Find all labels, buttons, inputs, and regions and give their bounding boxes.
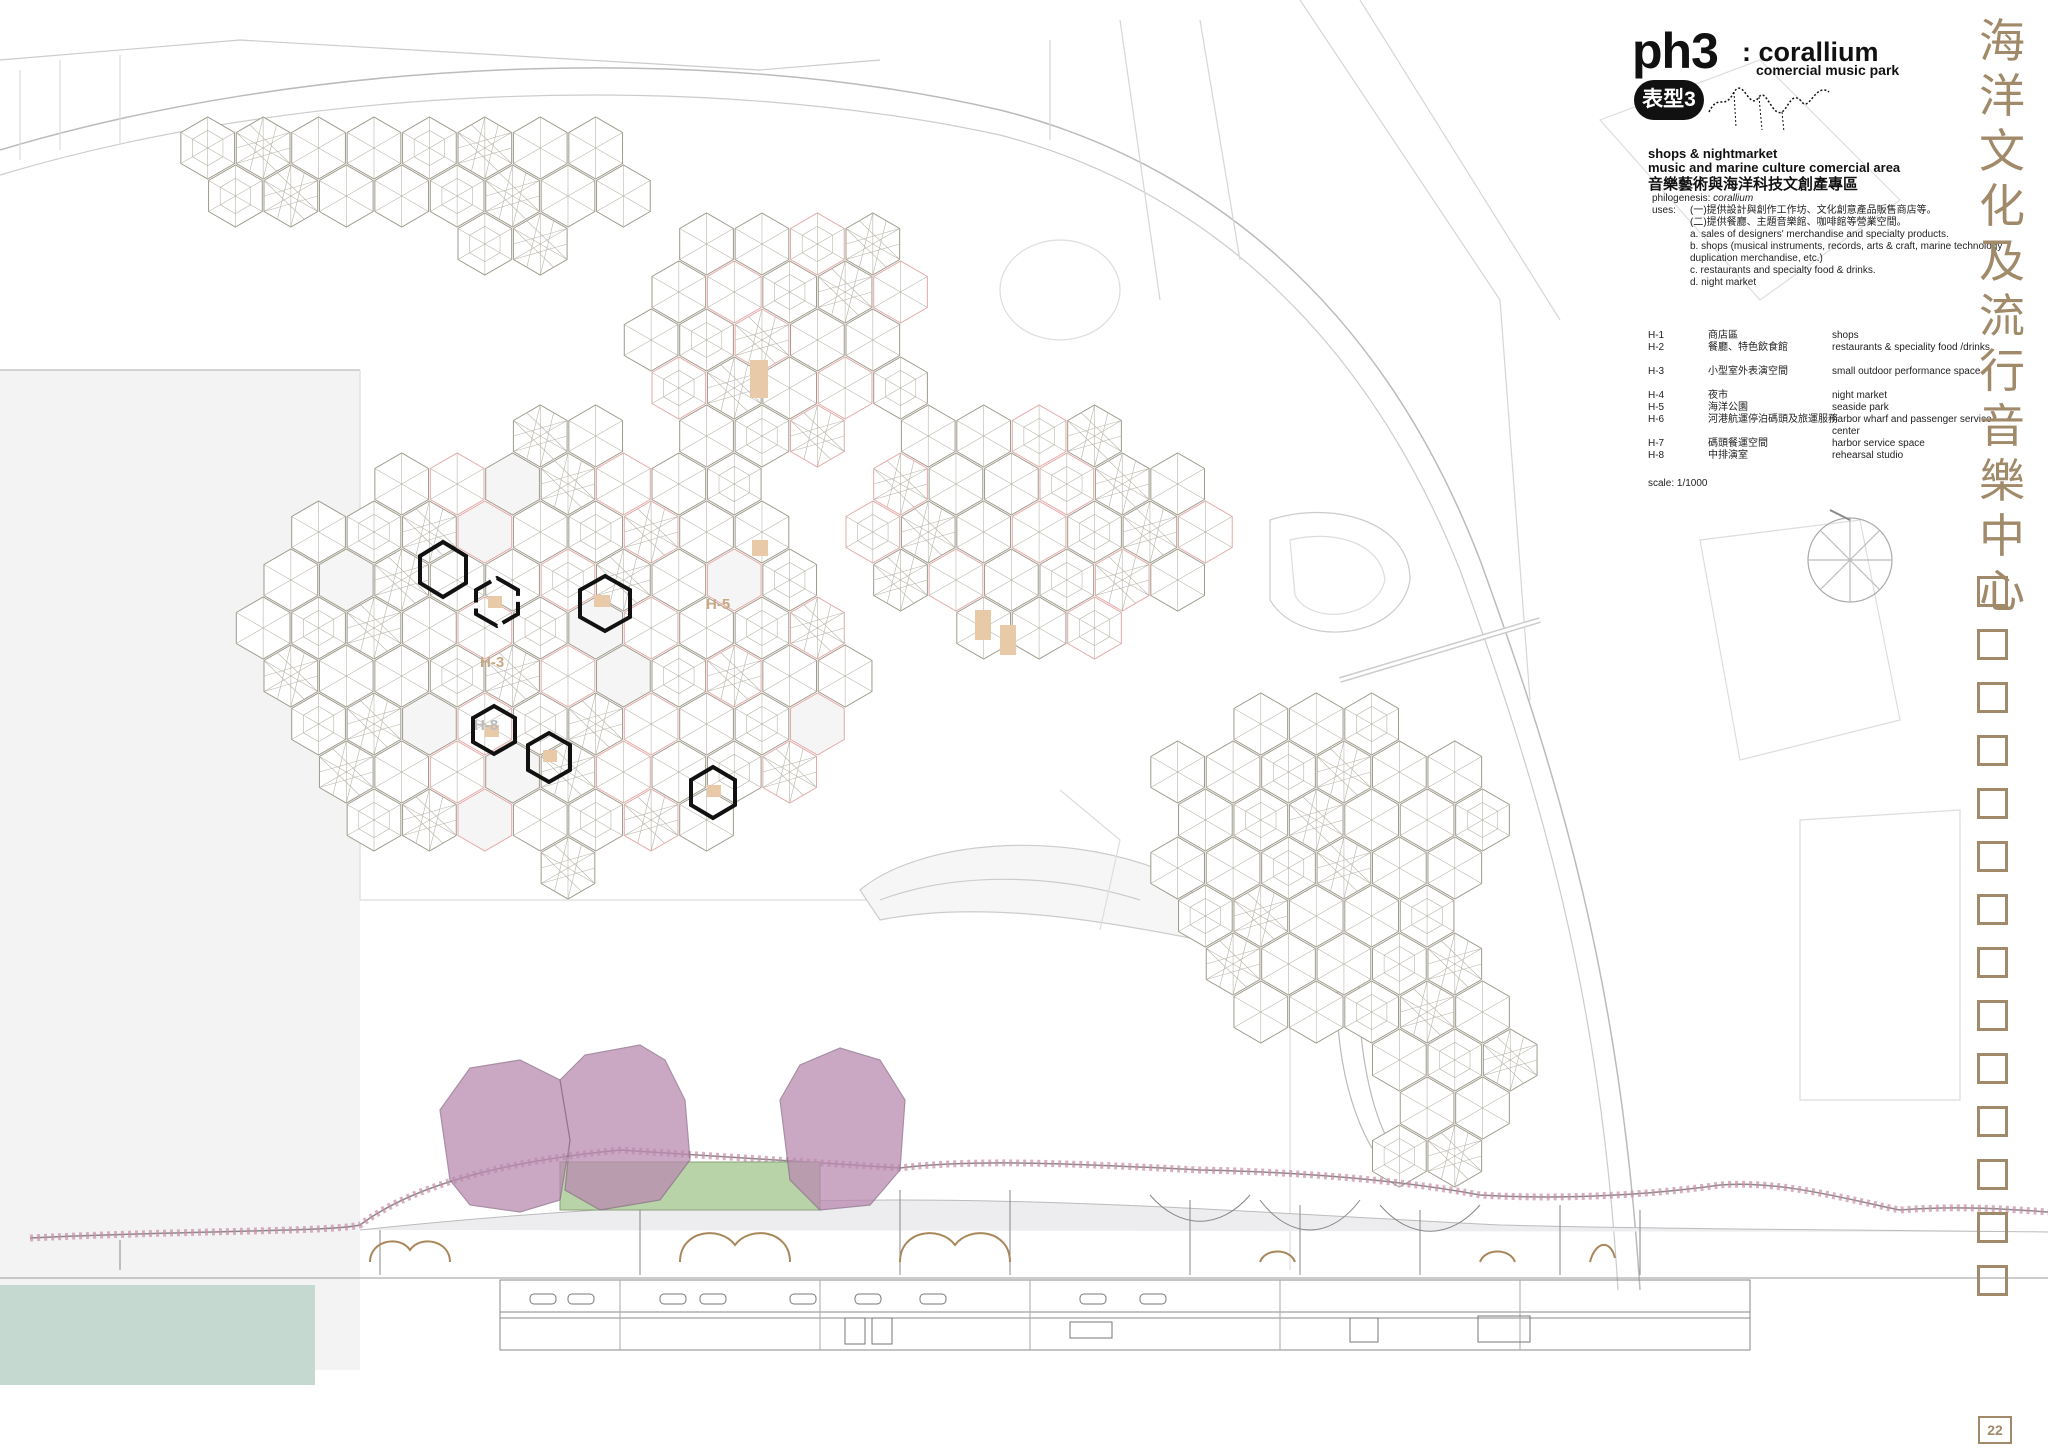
legend-code: H-7 (1648, 438, 1665, 449)
empty-box (1977, 788, 2008, 819)
phylogenesis: philogenesis: corallium (1652, 193, 1753, 204)
empty-box (1977, 1000, 2008, 1031)
phase-badge: 表型3 (1634, 80, 1704, 120)
legend-en: shops (1832, 330, 1859, 341)
phylogenesis-value: corallium (1713, 193, 1754, 204)
scale-note: scale: 1/1000 (1648, 478, 1708, 489)
empty-box (1977, 947, 2008, 978)
legend-en: seaside park (1832, 402, 1889, 413)
empty-box (1977, 629, 2008, 660)
legend-code: H-3 (1648, 366, 1665, 377)
hexagon-canopy-grid (180, 116, 1538, 1188)
progress-boxes (1977, 576, 2017, 1318)
empty-box (1977, 1212, 2008, 1243)
legend-zh: 海洋公園 (1708, 402, 1748, 413)
legend-en: harbor wharf and passenger service cente… (1832, 414, 1992, 437)
phase-code: ph3 (1632, 23, 1719, 79)
legend-zh: 碼頭餐運空間 (1708, 438, 1768, 449)
phylogenesis-label: philogenesis: (1652, 193, 1711, 204)
vertical-title-char: 海 (1979, 14, 2025, 68)
empty-box (1977, 1106, 2008, 1137)
empty-box (1977, 682, 2008, 713)
wooden-canopies (369, 1232, 1616, 1263)
legend-zh: 中排演室 (1708, 450, 1748, 461)
page-number: 22 (1978, 1416, 2012, 1444)
zone-label-h8: H-8 (474, 717, 499, 734)
vertical-title-char: 流 (1979, 289, 2025, 343)
legend-code: H-2 (1648, 342, 1665, 353)
heading-zh: 音樂藝術與海洋科技文創產專區 (1648, 176, 1859, 193)
legend-zh: 商店區 (1708, 330, 1738, 341)
empty-box (1977, 841, 2008, 872)
empty-box (1977, 1265, 2008, 1296)
legend-en: restaurants & speciality food /drinks (1832, 342, 1990, 353)
zone-label-h5: H-5 (706, 596, 731, 613)
empty-box (1977, 576, 2008, 607)
legend-en: rehearsal studio (1832, 450, 1904, 461)
vertical-title-char: 及 (1979, 234, 2025, 288)
uses-label: uses: (1652, 205, 1676, 216)
legend-code: H-4 (1648, 390, 1665, 401)
vertical-title-char: 樂 (1979, 454, 2025, 508)
vertical-title-char: 行 (1979, 344, 2025, 398)
legend-zh: 小型室外表演空間 (1708, 366, 1788, 377)
legend-en: harbor service space (1832, 438, 1925, 449)
sea-area (0, 1285, 315, 1385)
zone-label-h3: H-3 (480, 654, 505, 671)
vertical-title: 海洋文化及流行音樂中心 (1972, 14, 2032, 619)
vertical-title-char: 洋 (1979, 69, 2025, 123)
vertical-title-char: 文 (1979, 124, 2025, 178)
coral-sketch-icon (1708, 87, 1830, 133)
legend-code: H-6 (1648, 414, 1665, 425)
legend-zh: 餐廳、特色飲食館 (1708, 342, 1788, 353)
legend-en: small outdoor performance space (1832, 366, 1981, 377)
heading-line1: shops & nightmarket (1648, 146, 1778, 161)
empty-box (1977, 735, 2008, 766)
empty-box (1977, 1159, 2008, 1190)
vertical-title-char: 音 (1979, 399, 2025, 453)
vertical-title-char: 中 (1979, 509, 2025, 563)
empty-box (1977, 894, 2008, 925)
legend-zh: 河港航運停泊碼頭及旅運服務 (1708, 414, 1838, 425)
vertical-title-char: 化 (1979, 179, 2025, 233)
legend-code: H-1 (1648, 330, 1665, 341)
legend-code: H-5 (1648, 402, 1665, 413)
legend-code: H-8 (1648, 450, 1665, 461)
empty-box (1977, 1053, 2008, 1084)
legend-en: night market (1832, 390, 1888, 401)
legend-zh: 夜市 (1708, 390, 1728, 401)
